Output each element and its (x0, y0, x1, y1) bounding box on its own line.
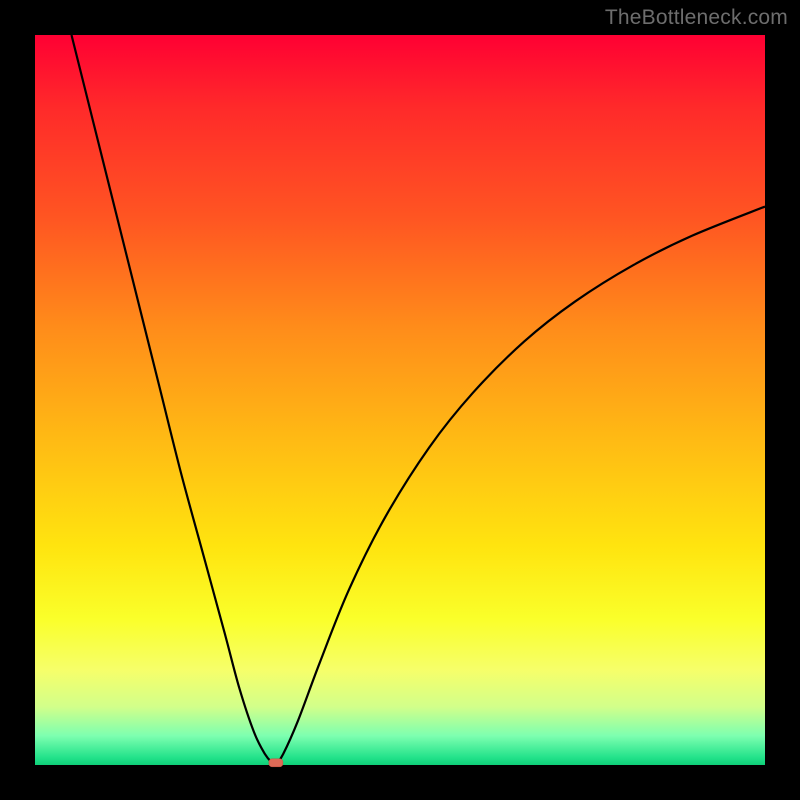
curve-right-branch (276, 207, 765, 765)
minimum-marker (269, 759, 283, 767)
curve-left-branch (72, 35, 276, 765)
curve-svg (35, 35, 765, 765)
plot-area (35, 35, 765, 765)
watermark-text: TheBottleneck.com (605, 6, 788, 30)
chart-frame: TheBottleneck.com (0, 0, 800, 800)
